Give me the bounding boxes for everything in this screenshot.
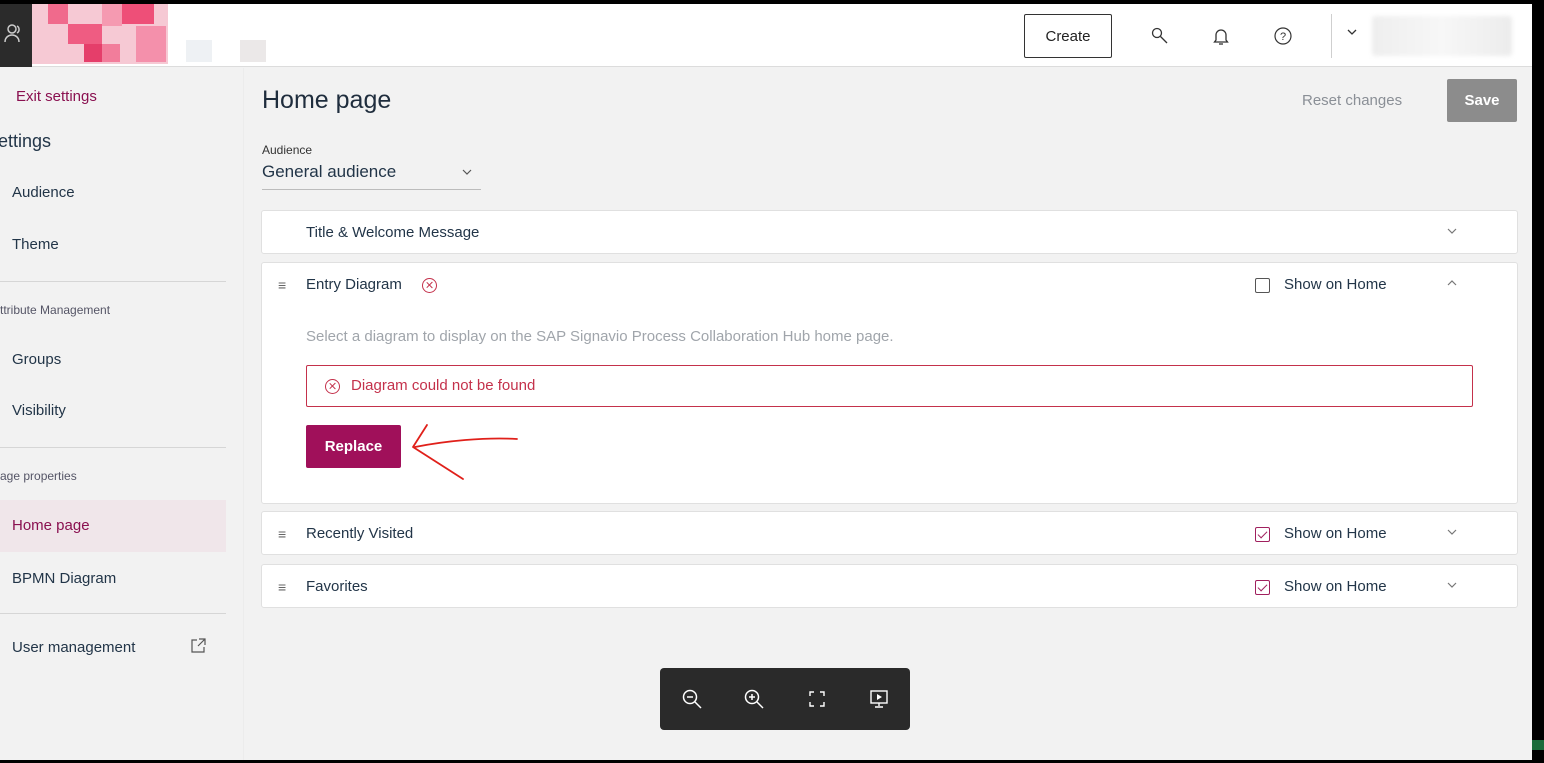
- panel-description: Select a diagram to display on the SAP S…: [306, 328, 894, 345]
- divider: [0, 447, 226, 448]
- chevron-down-icon[interactable]: [1446, 579, 1458, 594]
- panel-title: Recently Visited: [306, 525, 414, 542]
- sidebar-item-visibility[interactable]: Visibility: [12, 402, 66, 419]
- page-title: Home page: [262, 86, 392, 114]
- error-icon: [422, 278, 437, 293]
- sidebar-item-audience[interactable]: Audience: [12, 184, 75, 201]
- error-icon: [325, 379, 340, 394]
- sidebar-item-theme[interactable]: Theme: [12, 236, 59, 253]
- bell-icon[interactable]: [1209, 24, 1233, 48]
- drag-handle-icon[interactable]: ≡: [278, 526, 286, 542]
- save-button[interactable]: Save: [1447, 79, 1517, 122]
- error-message: Diagram could not be found: [351, 377, 536, 394]
- sidebar-item-home-page[interactable]: Home page: [12, 517, 90, 534]
- sidebar-item-groups[interactable]: Groups: [12, 351, 61, 368]
- user-menu[interactable]: [1372, 16, 1512, 56]
- top-bar: Create ?: [0, 4, 1532, 67]
- reset-changes-button[interactable]: Reset changes: [1302, 92, 1402, 109]
- show-on-home-label: Show on Home: [1284, 276, 1387, 293]
- sidebar-heading: ettings: [0, 131, 52, 151]
- audience-value: General audience: [262, 162, 397, 181]
- annotation-arrow: [405, 419, 525, 494]
- section-label: age properties: [0, 469, 77, 483]
- audience-select[interactable]: General audience: [262, 162, 481, 190]
- user-group-icon: [0, 4, 32, 67]
- app-window: Create ? Exit settings ettings Audience …: [0, 4, 1532, 760]
- chevron-down-icon[interactable]: [1346, 26, 1358, 41]
- replace-button[interactable]: Replace: [306, 425, 401, 468]
- help-icon[interactable]: ?: [1271, 24, 1295, 48]
- sidebar-item-user-management[interactable]: User management: [12, 639, 135, 656]
- drag-handle-icon[interactable]: ≡: [278, 579, 286, 595]
- fit-screen-icon[interactable]: [804, 686, 830, 712]
- divider: [0, 281, 226, 282]
- presentation-icon[interactable]: [866, 686, 892, 712]
- sidebar-item-bpmn-diagram[interactable]: BPMN Diagram: [12, 570, 116, 587]
- main-content: Home page Reset changes Save Audience Ge…: [243, 68, 1532, 760]
- show-on-home-checkbox[interactable]: [1255, 278, 1270, 293]
- zoom-out-icon[interactable]: [679, 686, 705, 712]
- svg-text:?: ?: [1280, 31, 1286, 43]
- audience-label: Audience: [262, 143, 313, 157]
- external-link-icon[interactable]: [190, 638, 206, 659]
- chevron-down-icon[interactable]: [1446, 526, 1458, 541]
- panel-title: Title & Welcome Message: [306, 224, 480, 241]
- divider: [0, 613, 226, 614]
- panel-favorites[interactable]: ≡ Favorites Show on Home: [261, 564, 1518, 608]
- chevron-down-icon[interactable]: [1446, 225, 1458, 240]
- divider: [1331, 14, 1332, 58]
- section-label: ttribute Management: [0, 303, 111, 317]
- show-on-home-label: Show on Home: [1284, 578, 1387, 595]
- zoom-in-icon[interactable]: [741, 686, 767, 712]
- error-message-box: Diagram could not be found: [306, 365, 1473, 407]
- drag-handle-icon[interactable]: ≡: [278, 277, 286, 293]
- panel-title: Entry Diagram: [306, 276, 402, 293]
- settings-sidebar: Exit settings ettings Audience Theme ttr…: [0, 68, 243, 760]
- chevron-down-icon: [461, 166, 473, 181]
- panel-title: Favorites: [306, 578, 368, 595]
- chevron-up-icon[interactable]: [1446, 277, 1458, 292]
- panel-recently-visited[interactable]: ≡ Recently Visited Show on Home: [261, 511, 1518, 555]
- edge-artifact: [1532, 740, 1544, 750]
- create-button[interactable]: Create: [1024, 14, 1112, 58]
- show-on-home-checkbox[interactable]: [1255, 527, 1270, 542]
- zoom-toolbar: [660, 668, 910, 730]
- panel-title-welcome[interactable]: Title & Welcome Message: [261, 210, 1518, 254]
- show-on-home-label: Show on Home: [1284, 525, 1387, 542]
- show-on-home-checkbox[interactable]: [1255, 580, 1270, 595]
- search-icon[interactable]: [1148, 24, 1172, 48]
- exit-settings-link[interactable]: Exit settings: [16, 88, 97, 105]
